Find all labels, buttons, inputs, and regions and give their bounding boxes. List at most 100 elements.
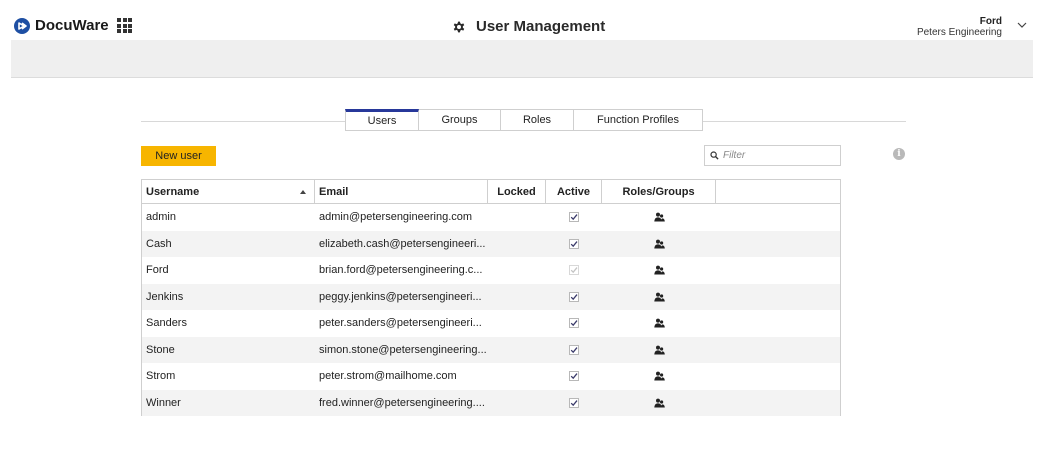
page-header: User Management: [452, 19, 605, 35]
tab-bar: Users Groups Roles Function Profiles: [345, 109, 703, 132]
people-icon[interactable]: [653, 398, 665, 408]
table-row[interactable]: Strom peter.strom@mailhome.com: [142, 363, 840, 390]
cell-active: [546, 257, 602, 284]
cell-locked: [488, 204, 546, 231]
active-checkbox[interactable]: [569, 212, 579, 223]
table-body: admin admin@petersengineering.com Cash eliz…: [142, 204, 840, 416]
active-checkbox[interactable]: [569, 238, 579, 249]
cell-roles-groups: [602, 390, 716, 417]
filter-input[interactable]: [723, 150, 833, 161]
cell-roles-groups: [602, 284, 716, 311]
cell-username: admin: [146, 211, 176, 224]
cell-roles-groups: [602, 231, 716, 258]
cell-roles-groups: [602, 363, 716, 390]
cell-username: Strom: [146, 370, 176, 383]
cell-filler: [716, 204, 840, 231]
cell-email: brian.ford@petersengineering.c...: [319, 264, 483, 277]
cell-roles-groups: [602, 257, 716, 284]
table-row[interactable]: Stone simon.stone@petersengineering...: [142, 336, 840, 364]
column-filler: [716, 180, 840, 203]
active-checkbox[interactable]: [569, 397, 579, 408]
cell-filler: [716, 310, 840, 337]
top-bar: DocuWare User Management Ford Peters Eng…: [0, 0, 1049, 40]
cell-locked: [488, 231, 546, 258]
cell-locked: [488, 390, 546, 417]
tab-function-profiles[interactable]: Function Profiles: [574, 109, 703, 131]
page-footer-space: [11, 431, 1033, 451]
cell-filler: [716, 337, 840, 364]
cell-email: admin@petersengineering.com: [319, 211, 473, 224]
people-icon[interactable]: [653, 345, 665, 355]
cell-active: [546, 310, 602, 337]
table-row[interactable]: Sanders peter.sanders@petersengineeri...: [142, 310, 840, 337]
gear-icon: [453, 21, 465, 33]
sort-ascending-icon: [300, 190, 306, 194]
cell-active: [546, 204, 602, 231]
user-menu[interactable]: Ford Peters Engineering: [917, 16, 1002, 38]
new-user-button[interactable]: New user: [141, 146, 216, 166]
users-table: Username Email Locked Active Roles/Group…: [141, 179, 841, 416]
table-row[interactable]: Jenkins peggy.jenkins@petersengineeri...: [142, 283, 840, 311]
user-name: Ford: [979, 16, 1002, 27]
column-locked[interactable]: Locked: [488, 180, 546, 203]
cell-active: [546, 363, 602, 390]
table-header: Username Email Locked Active Roles/Group…: [142, 180, 840, 204]
active-checkbox[interactable]: [569, 318, 579, 329]
column-email[interactable]: Email: [315, 180, 488, 203]
cell-filler: [716, 284, 840, 311]
cell-roles-groups: [602, 310, 716, 337]
column-active[interactable]: Active: [546, 180, 602, 203]
tab-groups[interactable]: Groups: [419, 109, 501, 131]
cell-email: simon.stone@petersengineering...: [319, 343, 487, 356]
cell-email: fred.winner@petersengineering....: [319, 396, 485, 409]
column-username-label: Username: [146, 185, 200, 198]
cell-active: [546, 390, 602, 417]
cell-locked: [488, 257, 546, 284]
app-grid-icon[interactable]: [117, 18, 132, 33]
cell-email: elizabeth.cash@petersengineeri...: [319, 237, 486, 250]
table-row[interactable]: Winner fred.winner@petersengineering....: [142, 389, 840, 417]
cell-username: Jenkins: [146, 290, 184, 303]
active-checkbox[interactable]: [569, 291, 579, 302]
cell-active: [546, 231, 602, 258]
table-row[interactable]: Cash elizabeth.cash@petersengineeri...: [142, 230, 840, 258]
cell-filler: [716, 363, 840, 390]
chevron-down-icon[interactable]: [1017, 21, 1027, 29]
tab-users[interactable]: Users: [345, 109, 419, 131]
docuware-logo-icon: [14, 18, 30, 34]
people-icon[interactable]: [653, 265, 665, 275]
people-icon[interactable]: [653, 239, 665, 249]
column-username[interactable]: Username: [142, 180, 315, 203]
cell-username: Stone: [146, 343, 175, 356]
cell-locked: [488, 337, 546, 364]
tab-roles[interactable]: Roles: [501, 109, 574, 131]
search-icon: [710, 151, 719, 160]
cell-locked: [488, 363, 546, 390]
cell-roles-groups: [602, 337, 716, 364]
cell-username: Ford: [146, 264, 169, 277]
people-icon[interactable]: [653, 292, 665, 302]
filter-box[interactable]: [704, 145, 841, 166]
cell-active: [546, 337, 602, 364]
cell-active: [546, 284, 602, 311]
cell-locked: [488, 310, 546, 337]
cell-filler: [716, 231, 840, 258]
cell-username: Winner: [146, 396, 181, 409]
column-roles-groups[interactable]: Roles/Groups: [602, 180, 716, 203]
logo-text: DocuWare: [35, 17, 109, 34]
cell-locked: [488, 284, 546, 311]
info-icon[interactable]: i: [893, 148, 905, 160]
user-organization: Peters Engineering: [916, 27, 1002, 38]
page-title: User Management: [476, 18, 606, 35]
people-icon[interactable]: [653, 371, 665, 381]
active-checkbox[interactable]: [569, 371, 579, 382]
docuware-logo[interactable]: DocuWare: [14, 18, 109, 34]
cell-username: Sanders: [146, 317, 187, 330]
people-icon[interactable]: [653, 212, 665, 222]
people-icon[interactable]: [653, 318, 665, 328]
table-row[interactable]: admin admin@petersengineering.com: [142, 204, 840, 231]
cell-email: peter.strom@mailhome.com: [319, 370, 457, 383]
active-checkbox[interactable]: [569, 344, 579, 355]
cell-roles-groups: [602, 204, 716, 231]
table-row[interactable]: Ford brian.ford@petersengineering.c...: [142, 257, 840, 284]
